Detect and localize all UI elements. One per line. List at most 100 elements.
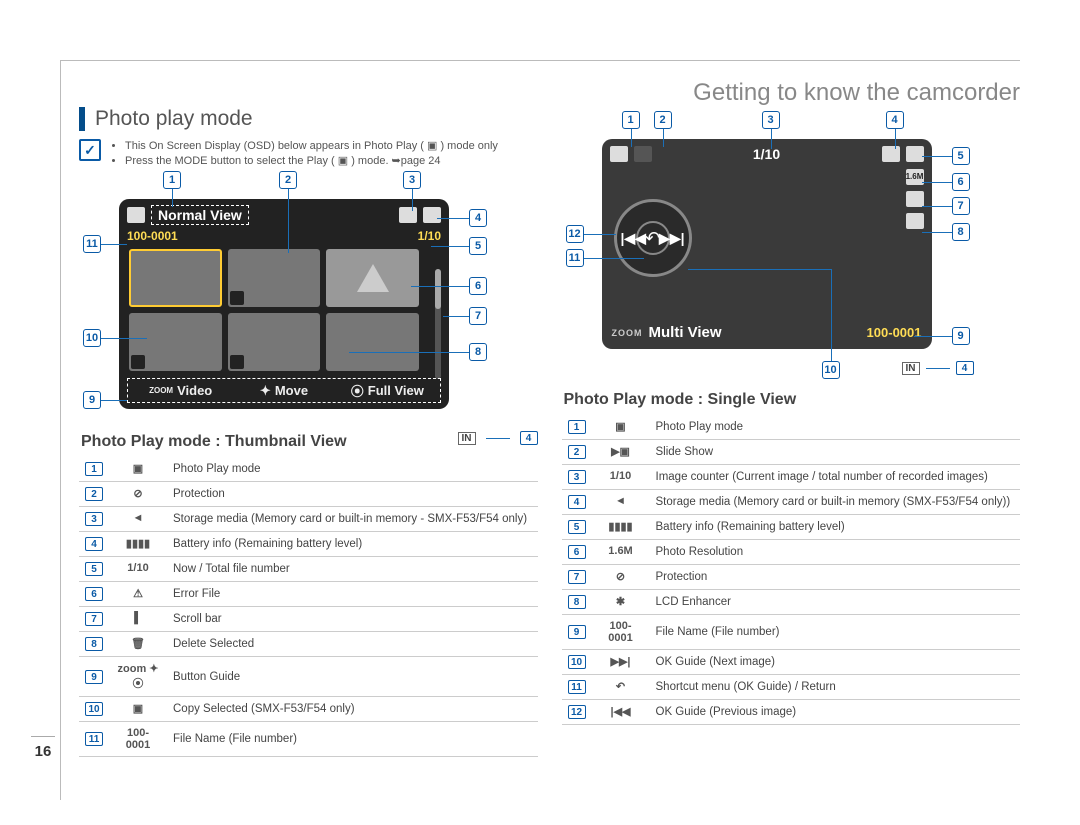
left-column: ✓ This On Screen Display (OSD) below app… [79,139,538,757]
lcd-enhancer-icon [906,213,924,229]
legend-symbol: ▶▶| [611,655,631,669]
legend-symbol: zoom ✦ ⦿ [115,662,161,691]
prev-icon[interactable]: |◀◀ [621,230,646,247]
callout: 7 [469,307,487,325]
file-name: 100-0001 [127,229,178,243]
photo-play-icon [610,146,628,162]
single-legend-table: 1▣Photo Play mode2▶▣Slide Show31/10Image… [562,415,1021,725]
leader-line [584,234,616,235]
legend-row: 8✱LCD Enhancer [562,590,1021,615]
leader-line [412,189,413,211]
legend-symbol: 🗑 [128,637,148,651]
legend-desc: Slide Show [650,440,1021,465]
legend-num: 1 [568,420,586,434]
leader-line [631,129,632,147]
callout: 3 [762,111,780,129]
legend-desc: Battery info (Remaining battery level) [167,532,538,557]
callout: 1 [163,171,181,189]
callout: 4 [956,361,974,375]
leader-line [411,286,469,287]
thumbnail[interactable] [129,313,222,371]
osd-bottombar: ZOOM Video ✦ Move ⦿ Full View [127,378,441,403]
osd-yellow-row: 100-0001 1/10 [127,229,441,243]
legend-symbol: ◄ [128,512,148,526]
single-screen-wrap: 1 2 3 4 5 6 7 8 9 12 [602,139,1021,349]
callout: 2 [654,111,672,129]
osd-topbar: 1/10 [610,145,924,163]
legend-symbol: ⊘ [128,487,148,501]
legend-symbol: ▶▣ [611,445,631,459]
legend-num: 2 [85,487,103,501]
view-title: Normal View [151,205,249,225]
legend-num: 3 [568,470,586,484]
legend-desc: LCD Enhancer [650,590,1021,615]
leader-line [486,438,510,439]
leader-line [101,400,127,401]
counter: 1/10 [418,229,441,243]
legend-num: 5 [568,520,586,534]
leader-line [922,182,952,183]
legend-desc: Scroll bar [167,607,538,632]
right-column: 1 2 3 4 5 6 7 8 9 12 [562,139,1021,757]
legend-row: 3◄Storage media (Memory card or built-in… [79,507,538,532]
osd-topbar: Normal View [127,205,441,225]
legend-desc: OK Guide (Next image) [650,650,1021,675]
leader-line [895,129,896,149]
callout: 11 [83,235,101,253]
thumbnail[interactable] [228,313,321,371]
photo-play-icon [127,207,145,223]
leader-line [101,244,127,245]
nav-icon: ✦ [260,383,271,399]
file-name: 100-0001 [867,325,922,340]
callout: 10 [822,361,840,379]
counter: 1/10 [747,145,786,163]
note-block: ✓ This On Screen Display (OSD) below app… [79,139,538,169]
slideshow-icon [634,146,652,162]
legend-desc: Photo Play mode [650,415,1021,440]
legend-num: 8 [85,637,103,651]
legend-num: 7 [85,612,103,626]
protection-icon [230,291,244,305]
leader-line [288,189,289,253]
leader-line [914,336,952,337]
ok-ring[interactable]: |◀◀ ↶ ▶▶| [614,199,692,277]
legend-symbol: ▣ [611,420,631,434]
leader-line [437,218,469,219]
callout: 8 [952,223,970,241]
legend-symbol: 1.6M [608,545,632,559]
legend-desc: Battery info (Remaining battery level) [650,515,1021,540]
thumbnail-error[interactable] [326,249,419,307]
legend-symbol: ▮▮▮▮ [608,520,632,534]
legend-symbol: ▮▮▮▮ [126,537,150,551]
callout: 5 [469,237,487,255]
legend-symbol: ⚠ [128,587,148,601]
next-icon[interactable]: ▶▶| [659,230,684,247]
callout: 8 [469,343,487,361]
legend-desc: Delete Selected [167,632,538,657]
legend-row: 8 🗑 Delete Selected [79,632,538,657]
leader-line [172,189,173,207]
in-badge: IN [902,362,920,375]
callout: 9 [952,327,970,345]
legend-num: 10 [85,702,103,716]
legend-desc: Button Guide [167,657,538,697]
legend-row: 4▮▮▮▮Battery info (Remaining battery lev… [79,532,538,557]
leader-line [688,269,831,270]
legend-row: 2▶▣Slide Show [562,440,1021,465]
thumbnail[interactable] [228,249,321,307]
legend-num: 8 [568,595,586,609]
zoom-label: ZOOM [612,328,643,338]
thumbnail[interactable] [129,249,222,307]
legend-row: 9zoom ✦ ⦿Button Guide [79,657,538,697]
note-item: Press the MODE button to select the Play… [125,154,498,167]
legend-row: 51/10Now / Total file number [79,557,538,582]
legend-symbol: |◀◀ [611,705,631,719]
page: Getting to know the camcorder Photo play… [60,60,1020,800]
thumbnail-screen: Normal View 100-0001 1/10 [119,199,449,409]
legend-symbol: ▣ [128,462,148,476]
legend-desc: OK Guide (Previous image) [650,700,1021,725]
legend-num: 9 [568,625,586,639]
thumbnail[interactable] [326,313,419,371]
legend-row: 11↶Shortcut menu (OK Guide) / Return [562,675,1021,700]
note-item: This On Screen Display (OSD) below appea… [125,139,498,152]
